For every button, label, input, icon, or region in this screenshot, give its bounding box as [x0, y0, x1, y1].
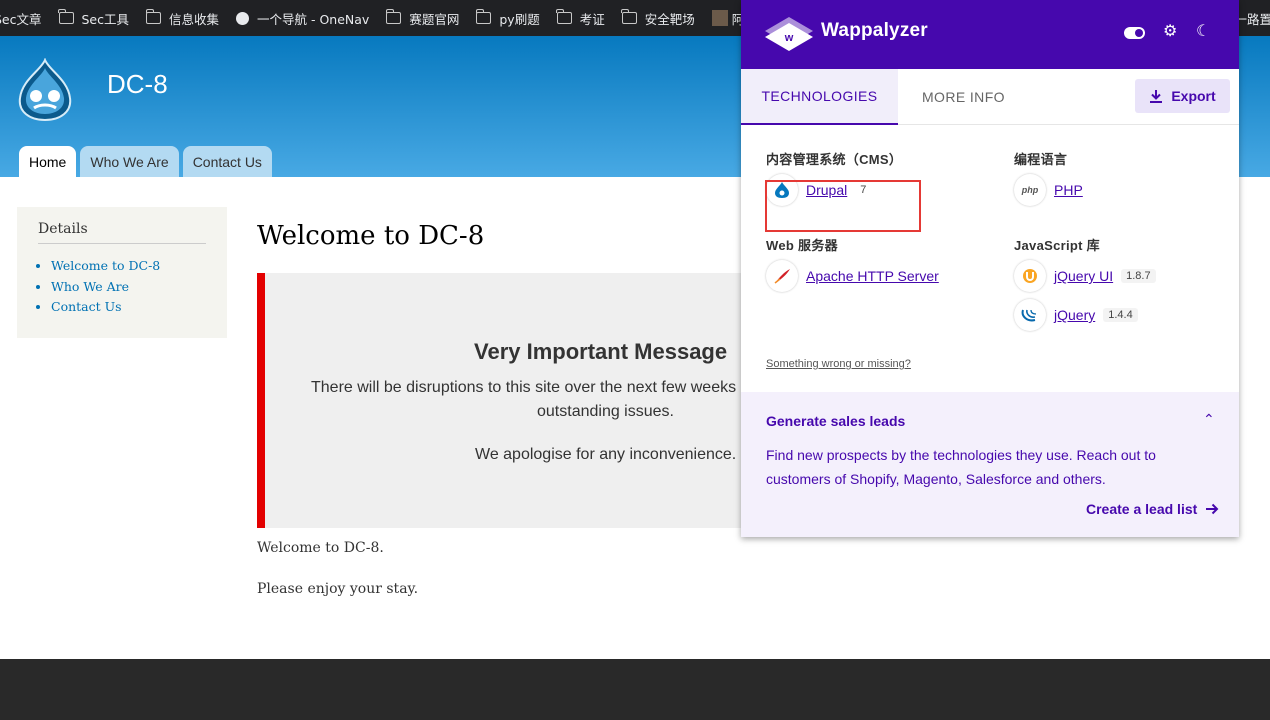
leads-title[interactable]: Generate sales leads	[766, 413, 905, 429]
folder-icon	[475, 9, 492, 24]
drupal-logo-icon[interactable]	[16, 58, 74, 122]
cta-label: Create a lead list	[1086, 501, 1198, 517]
chevron-up-icon[interactable]: ⌃	[1203, 411, 1215, 428]
folder-icon	[556, 9, 572, 24]
primary-tabs: Home Who We Are Contact Us	[19, 146, 272, 177]
arrow-right-icon	[1206, 503, 1219, 515]
tech-name[interactable]: PHP	[1054, 182, 1083, 198]
highlight-annotation-box	[765, 180, 921, 232]
tab-who-we-are[interactable]: Who We Are	[80, 146, 179, 177]
wappalyzer-popup: w Wappalyzer ⚙ ☾ TECHNOLOGIES MORE INFO …	[741, 0, 1239, 537]
download-icon	[1150, 90, 1163, 103]
bookmark-label: Sec文章	[0, 11, 42, 27]
export-label: Export	[1171, 88, 1216, 104]
body-paragraph: Welcome to DC-8.	[257, 540, 384, 556]
sidebar-link-welcome[interactable]: Welcome to DC-8	[51, 258, 160, 273]
bookmark-item[interactable]: 赛题官网	[385, 9, 460, 28]
category-language: 编程语言	[1014, 152, 1068, 167]
tech-php[interactable]: php PHP	[1014, 174, 1083, 206]
something-wrong-link[interactable]: Something wrong or missing?	[766, 358, 911, 370]
tech-version: 1.4.4	[1103, 308, 1138, 322]
folder-icon	[385, 9, 402, 24]
svg-text:w: w	[784, 32, 794, 44]
bookmark-item[interactable]: 信息收集	[145, 9, 220, 28]
wappalyzer-brand: Wappalyzer	[821, 20, 928, 41]
wappalyzer-header: w Wappalyzer ⚙ ☾	[741, 0, 1239, 69]
sidebar-details-block: Details Welcome to DC-8 Who We Are Conta…	[17, 207, 227, 338]
folder-icon	[58, 9, 74, 24]
bookmark-label: 一路置	[1234, 11, 1270, 27]
message-text-apology: We apologise for any inconvenience.	[475, 446, 737, 463]
php-icon: php	[1014, 174, 1046, 206]
gear-icon[interactable]: ⚙	[1163, 24, 1179, 40]
wappalyzer-tabs: TECHNOLOGIES MORE INFO Export	[741, 69, 1239, 125]
leads-description: Find new prospects by the technologies t…	[766, 447, 1156, 487]
bookmark-label: 赛题官网	[409, 11, 460, 27]
folder-icon	[145, 9, 161, 24]
export-button[interactable]: Export	[1135, 79, 1230, 113]
tech-jquery-ui[interactable]: jQuery UI 1.8.7	[1014, 260, 1156, 292]
tab-contact-us[interactable]: Contact Us	[182, 146, 272, 177]
sidebar-title: Details	[38, 221, 206, 244]
photo-icon	[711, 10, 728, 26]
bookmark-item[interactable]: 一个导航 - OneNav	[236, 9, 369, 28]
bookmark-item[interactable]: 阿	[711, 9, 744, 28]
sales-leads-panel: Generate sales leads ⌃ Find new prospect…	[741, 392, 1239, 537]
category-cms: 内容管理系统（CMS）	[766, 152, 903, 167]
jquery-ui-icon	[1014, 260, 1046, 292]
tech-version: 1.8.7	[1121, 269, 1156, 283]
message-title: Very Important Message	[474, 339, 728, 364]
bookmark-label: 信息收集	[169, 11, 220, 27]
bookmark-label: 一个导航 - OneNav	[257, 11, 370, 27]
category-javascript-libraries: JavaScript 库	[1014, 238, 1100, 253]
bookmark-label: py刷题	[499, 11, 540, 27]
bookmark-label: Sec工具	[81, 11, 130, 27]
sidebar-item: Who We Are	[51, 277, 206, 298]
tab-home[interactable]: Home	[19, 146, 77, 177]
page-title: Welcome to DC-8	[257, 221, 485, 251]
sidebar-link-who-we-are[interactable]: Who We Are	[51, 279, 129, 294]
bookmark-item[interactable]: Sec工具	[58, 9, 130, 28]
jquery-icon	[1014, 299, 1046, 331]
wappalyzer-logo-icon: w	[765, 17, 813, 51]
bookmark-label: 考证	[579, 11, 605, 27]
bookmark-item[interactable]: 一路置	[1234, 9, 1270, 28]
message-text-line2: outstanding issues.	[537, 403, 674, 420]
sidebar-links: Welcome to DC-8 Who We Are Contact Us	[38, 256, 206, 318]
bookmark-item[interactable]: py刷题	[475, 9, 540, 28]
body-paragraph: Please enjoy your stay.	[257, 581, 419, 597]
tech-apache[interactable]: Apache HTTP Server	[766, 260, 939, 292]
sidebar-link-contact-us[interactable]: Contact Us	[51, 299, 122, 314]
folder-icon	[621, 9, 637, 24]
bookmark-item[interactable]: 考证	[556, 9, 605, 28]
tab-more-info[interactable]: MORE INFO	[922, 69, 1005, 125]
tech-jquery[interactable]: jQuery 1.4.4	[1014, 299, 1138, 331]
category-web-server: Web 服务器	[766, 238, 838, 253]
sidebar-item: Welcome to DC-8	[51, 256, 206, 277]
toggle-icon[interactable]	[1124, 27, 1145, 39]
tech-name[interactable]: Apache HTTP Server	[806, 268, 939, 284]
apache-icon	[766, 260, 798, 292]
tech-name[interactable]: jQuery UI	[1054, 268, 1113, 284]
site-footer	[0, 659, 1270, 720]
bookmark-label: 安全靶场	[644, 11, 695, 27]
sidebar-item: Contact Us	[51, 297, 206, 318]
bookmark-item[interactable]: Sec文章	[0, 9, 42, 28]
bookmark-item[interactable]: 安全靶场	[621, 9, 695, 28]
tech-name[interactable]: jQuery	[1054, 307, 1095, 323]
important-message-box: Very Important Message There will be dis…	[257, 273, 747, 528]
message-text-line1: There will be disruptions to this site o…	[311, 379, 737, 396]
create-lead-list-button[interactable]: Create a lead list	[1086, 501, 1219, 517]
moon-icon[interactable]: ☾	[1196, 24, 1212, 40]
compass-icon	[236, 11, 250, 25]
site-name[interactable]: DC-8	[107, 69, 168, 100]
tab-technologies[interactable]: TECHNOLOGIES	[741, 69, 898, 125]
